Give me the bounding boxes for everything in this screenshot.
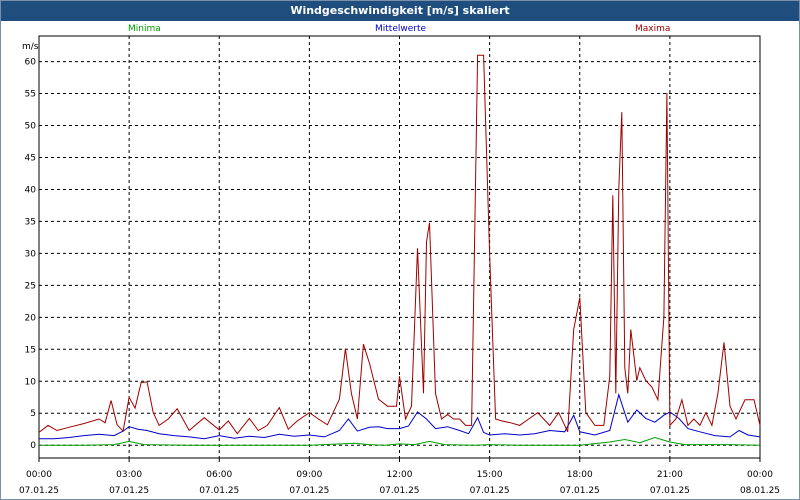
x-tick-time: 21:00 <box>657 470 683 480</box>
y-tick-label: 40 <box>25 185 37 195</box>
x-tick-time: 18:00 <box>567 470 593 480</box>
y-tick-label: 20 <box>25 313 37 323</box>
y-tick-label: 10 <box>25 377 37 387</box>
x-tick-date: 07.01.25 <box>379 486 419 496</box>
x-tick-date: 07.01.25 <box>109 486 149 496</box>
y-tick-label: 60 <box>25 58 37 68</box>
y-tick-label: 25 <box>25 281 36 291</box>
series-maxima-line <box>38 54 761 435</box>
x-tick-date: 07.01.25 <box>470 486 510 496</box>
x-tick-time: 06:00 <box>206 470 232 480</box>
y-tick-label: 30 <box>25 249 37 259</box>
y-tick-label: 5 <box>30 409 36 419</box>
x-tick-time: 12:00 <box>387 470 413 480</box>
y-tick-label: 45 <box>25 153 36 163</box>
x-tick-date: 07.01.25 <box>650 486 690 496</box>
x-tick-time: 15:00 <box>477 470 503 480</box>
grid-layer <box>39 36 760 458</box>
y-tick-label: 0 <box>30 441 36 451</box>
y-tick-label: 15 <box>25 345 36 355</box>
x-tick-time: 09:00 <box>296 470 322 480</box>
x-tick-date: 08.01.25 <box>740 486 780 496</box>
y-tick-label: 35 <box>25 217 36 227</box>
x-tick-layer: 00:00 07.01.25 03:00 07.01.25 06:00 07.01.25 0… <box>19 458 780 496</box>
wind-speed-chart: m/s 0 5 10 15 20 25 30 35 40 45 50 55 60 00:00 07.01.… <box>19 35 780 496</box>
y-tick-label: 50 <box>25 122 37 132</box>
x-tick-time: 00:00 <box>747 470 773 480</box>
x-tick-date: 07.01.25 <box>289 486 329 496</box>
y-tick-layer: 0 5 10 15 20 25 30 35 40 45 50 55 60 <box>25 58 37 452</box>
x-tick-time: 03:00 <box>116 470 142 480</box>
y-tick-label: 55 <box>25 90 36 100</box>
x-tick-date: 07.01.25 <box>19 486 59 496</box>
x-tick-time: 00:00 <box>26 470 52 480</box>
x-tick-date: 07.01.25 <box>560 486 600 496</box>
y-axis-label: m/s <box>22 42 39 52</box>
x-tick-date: 07.01.25 <box>199 486 239 496</box>
